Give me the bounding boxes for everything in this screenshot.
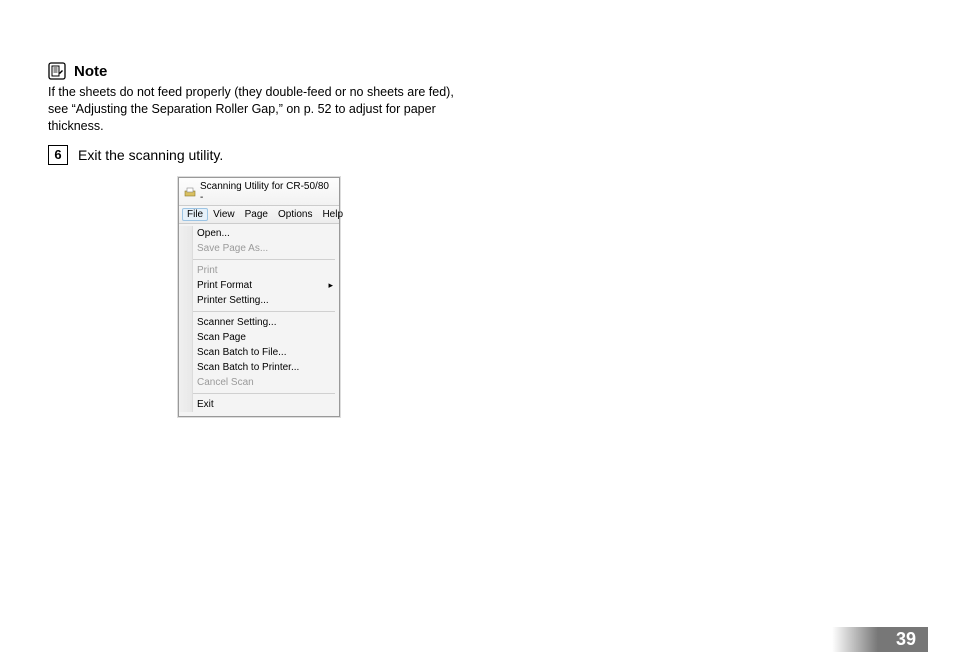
submenu-arrow-icon: ▸ <box>328 280 333 291</box>
menu-item-open[interactable]: Open... <box>179 226 339 241</box>
note-icon <box>48 62 66 80</box>
step-number-box: 6 <box>48 145 68 165</box>
menu-file[interactable]: File <box>182 208 208 221</box>
menu-item-print: Print <box>179 263 339 278</box>
window-scanning-utility: Scanning Utility for CR-50/80 - File Vie… <box>178 177 340 417</box>
note-header: Note <box>48 62 908 80</box>
menu-item-scan-batch-file[interactable]: Scan Batch to File... <box>179 345 339 360</box>
menu-item-save-page-as: Save Page As... <box>179 241 339 256</box>
window-title-text: Scanning Utility for CR-50/80 - <box>200 181 334 203</box>
page-number: 39 <box>878 627 928 652</box>
note-body: If the sheets do not feed properly (they… <box>48 84 468 135</box>
menu-help[interactable]: Help <box>317 208 348 221</box>
menu-page[interactable]: Page <box>240 208 273 221</box>
menu-item-cancel-scan: Cancel Scan <box>179 375 339 390</box>
menu-item-scan-batch-printer[interactable]: Scan Batch to Printer... <box>179 360 339 375</box>
menu-item-exit[interactable]: Exit <box>179 397 339 412</box>
menubar[interactable]: File View Page Options Help <box>179 206 339 224</box>
menu-dropdown-file: Open... Save Page As... Print Print Form… <box>179 224 339 416</box>
menu-item-printer-setting[interactable]: Printer Setting... <box>179 293 339 308</box>
menu-item-print-format[interactable]: Print Format ▸ <box>179 278 339 293</box>
menu-view[interactable]: View <box>208 208 240 221</box>
step-text: Exit the scanning utility. <box>78 147 223 163</box>
note-title: Note <box>74 63 107 80</box>
menu-item-print-format-label: Print Format <box>197 280 252 291</box>
menu-options[interactable]: Options <box>273 208 317 221</box>
menu-item-scan-page[interactable]: Scan Page <box>179 330 339 345</box>
step-line: 6 Exit the scanning utility. <box>48 145 908 165</box>
menu-item-scanner-setting[interactable]: Scanner Setting... <box>179 315 339 330</box>
app-icon <box>184 186 196 198</box>
window-titlebar: Scanning Utility for CR-50/80 - <box>179 178 339 206</box>
